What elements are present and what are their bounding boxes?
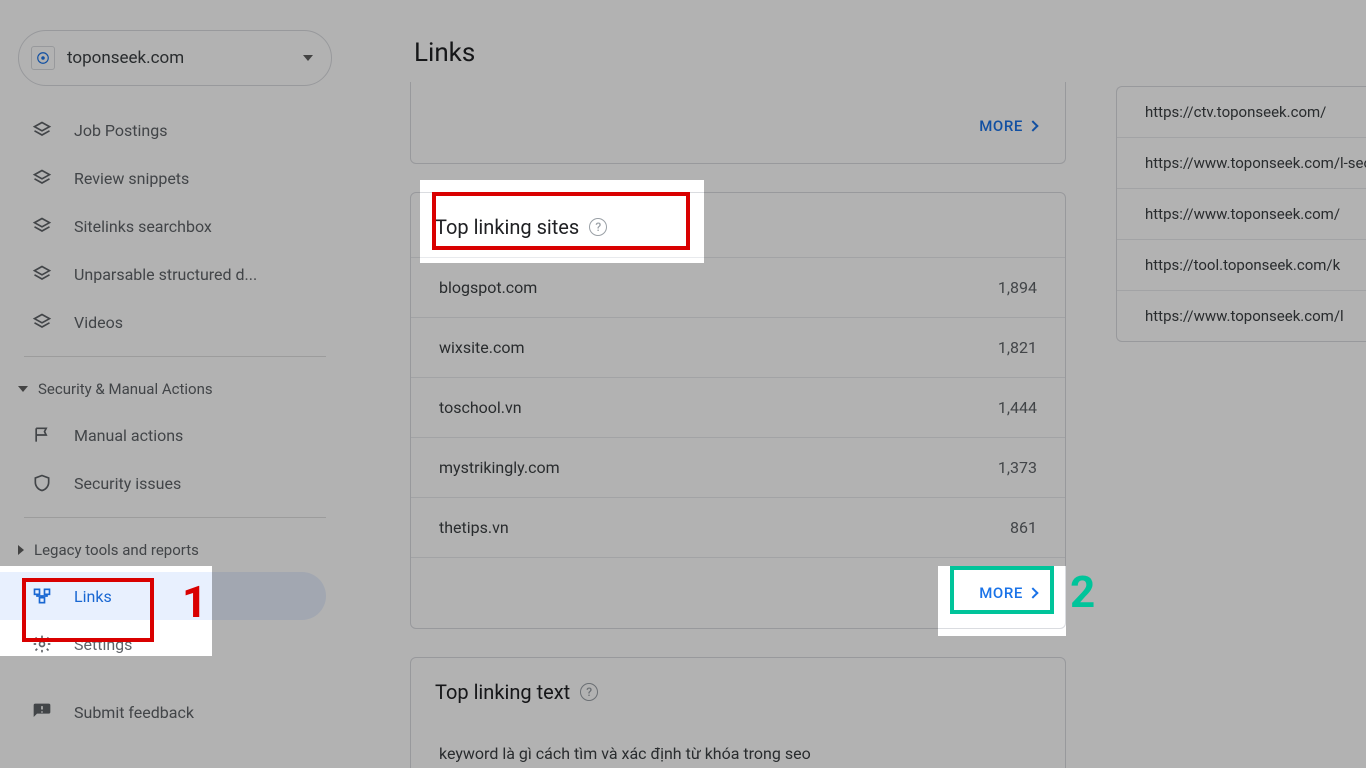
link-row[interactable]: https://tool.toponseek.com/k xyxy=(1117,239,1366,290)
sidebar-item-videos[interactable]: Videos xyxy=(0,298,326,346)
more-button[interactable]: MORE xyxy=(971,576,1045,610)
links-icon xyxy=(30,584,54,608)
gear-icon xyxy=(30,632,54,656)
help-icon[interactable]: ? xyxy=(580,683,598,701)
card-top-linked-pages-partial: MORE xyxy=(410,82,1066,164)
sidebar-item-label: Unparsable structured d... xyxy=(74,265,257,284)
sidebar-item-label: Links xyxy=(74,587,112,606)
sidebar-section-label: Legacy tools and reports xyxy=(34,541,199,559)
card-footer: MORE xyxy=(411,557,1065,628)
count-cell: 1,821 xyxy=(998,338,1037,357)
link-row[interactable]: https://www.toponseek.com/ xyxy=(1117,188,1366,239)
chevron-down-icon xyxy=(18,386,28,392)
count-cell: 1,373 xyxy=(998,458,1037,477)
property-selector[interactable]: toponseek.com xyxy=(18,30,332,86)
flag-icon xyxy=(30,423,54,447)
chevron-right-icon xyxy=(1027,120,1038,131)
layers-icon xyxy=(30,118,54,142)
sidebar-item-label: Submit feedback xyxy=(74,703,194,722)
divider xyxy=(24,517,326,518)
more-label: MORE xyxy=(979,117,1023,135)
help-icon[interactable]: ? xyxy=(589,218,607,236)
chevron-right-icon xyxy=(1027,587,1038,598)
count-cell: 1,444 xyxy=(998,398,1037,417)
text-row[interactable]: keyword là gì cách tìm và xác định từ kh… xyxy=(411,722,1065,768)
divider xyxy=(24,356,326,357)
shield-icon xyxy=(30,471,54,495)
layers-icon xyxy=(30,262,54,286)
site-cell: blogspot.com xyxy=(439,278,537,297)
sidebar-item-manual-actions[interactable]: Manual actions xyxy=(0,411,326,459)
link-row[interactable]: https://www.toponseek.com/l xyxy=(1117,290,1366,341)
property-icon xyxy=(31,46,55,70)
sidebar-item-unparsable-structured-data[interactable]: Unparsable structured d... xyxy=(0,250,326,298)
sidebar-item-security-issues[interactable]: Security issues xyxy=(0,459,326,507)
sidebar-section-security[interactable]: Security & Manual Actions xyxy=(0,367,326,411)
sidebar-item-label: Manual actions xyxy=(74,426,183,445)
layers-icon xyxy=(30,214,54,238)
more-label: MORE xyxy=(979,584,1023,602)
site-cell: wixsite.com xyxy=(439,338,524,357)
table-row[interactable]: mystrikingly.com 1,373 xyxy=(411,437,1065,497)
dropdown-icon xyxy=(303,55,313,61)
sidebar-item-label: Settings xyxy=(74,635,132,654)
sidebar-item-label: Sitelinks searchbox xyxy=(74,217,212,236)
sidebar-item-review-snippets[interactable]: Review snippets xyxy=(0,154,326,202)
table-row[interactable]: wixsite.com 1,821 xyxy=(411,317,1065,377)
card-top-linked-pages-right: https://ctv.toponseek.com/ https://www.t… xyxy=(1116,86,1366,342)
site-cell: mystrikingly.com xyxy=(439,458,560,477)
page-title: Links xyxy=(414,38,1306,68)
table-row[interactable]: thetips.vn 861 xyxy=(411,497,1065,557)
property-domain: toponseek.com xyxy=(67,48,291,68)
card-top-linking-text: Top linking text ? keyword là gì cách tì… xyxy=(410,657,1066,768)
site-cell: toschool.vn xyxy=(439,398,522,417)
table-row[interactable]: blogspot.com 1,894 xyxy=(411,257,1065,317)
count-cell: 861 xyxy=(1010,518,1037,537)
sidebar-section-legacy[interactable]: Legacy tools and reports xyxy=(0,528,326,572)
sidebar-item-links[interactable]: Links xyxy=(0,572,326,620)
chevron-right-icon xyxy=(18,545,24,555)
table-row[interactable]: toschool.vn 1,444 xyxy=(411,377,1065,437)
card-top-linking-sites: Top linking sites ? blogspot.com 1,894 w… xyxy=(410,192,1066,629)
feedback-icon xyxy=(30,700,54,724)
card-header: Top linking sites ? xyxy=(411,193,1065,257)
sidebar-item-label: Security issues xyxy=(74,474,181,493)
sidebar-item-submit-feedback[interactable]: Submit feedback xyxy=(0,688,326,736)
sidebar-item-label: Videos xyxy=(74,313,123,332)
site-cell: thetips.vn xyxy=(439,518,509,537)
sidebar-item-label: Review snippets xyxy=(74,169,189,188)
sidebar-item-job-postings[interactable]: Job Postings xyxy=(0,106,326,154)
sidebar-item-label: Job Postings xyxy=(74,121,167,140)
card-header: Top linking text ? xyxy=(411,658,1065,722)
sidebar: toponseek.com Job Postings Review snippe… xyxy=(0,0,350,768)
layers-icon xyxy=(30,166,54,190)
table-body: blogspot.com 1,894 wixsite.com 1,821 tos… xyxy=(411,257,1065,557)
count-cell: 1,894 xyxy=(998,278,1037,297)
link-row[interactable]: https://www.toponseek.com/l-seo-tot/ xyxy=(1117,137,1366,188)
sidebar-item-sitelinks-searchbox[interactable]: Sitelinks searchbox xyxy=(0,202,326,250)
card-title: Top linking text xyxy=(435,680,570,704)
card-title: Top linking sites xyxy=(435,215,579,239)
more-button[interactable]: MORE xyxy=(971,109,1045,143)
layers-icon xyxy=(30,310,54,334)
link-row[interactable]: https://ctv.toponseek.com/ xyxy=(1117,87,1366,137)
sidebar-item-settings[interactable]: Settings xyxy=(0,620,326,668)
sidebar-section-label: Security & Manual Actions xyxy=(38,380,213,398)
